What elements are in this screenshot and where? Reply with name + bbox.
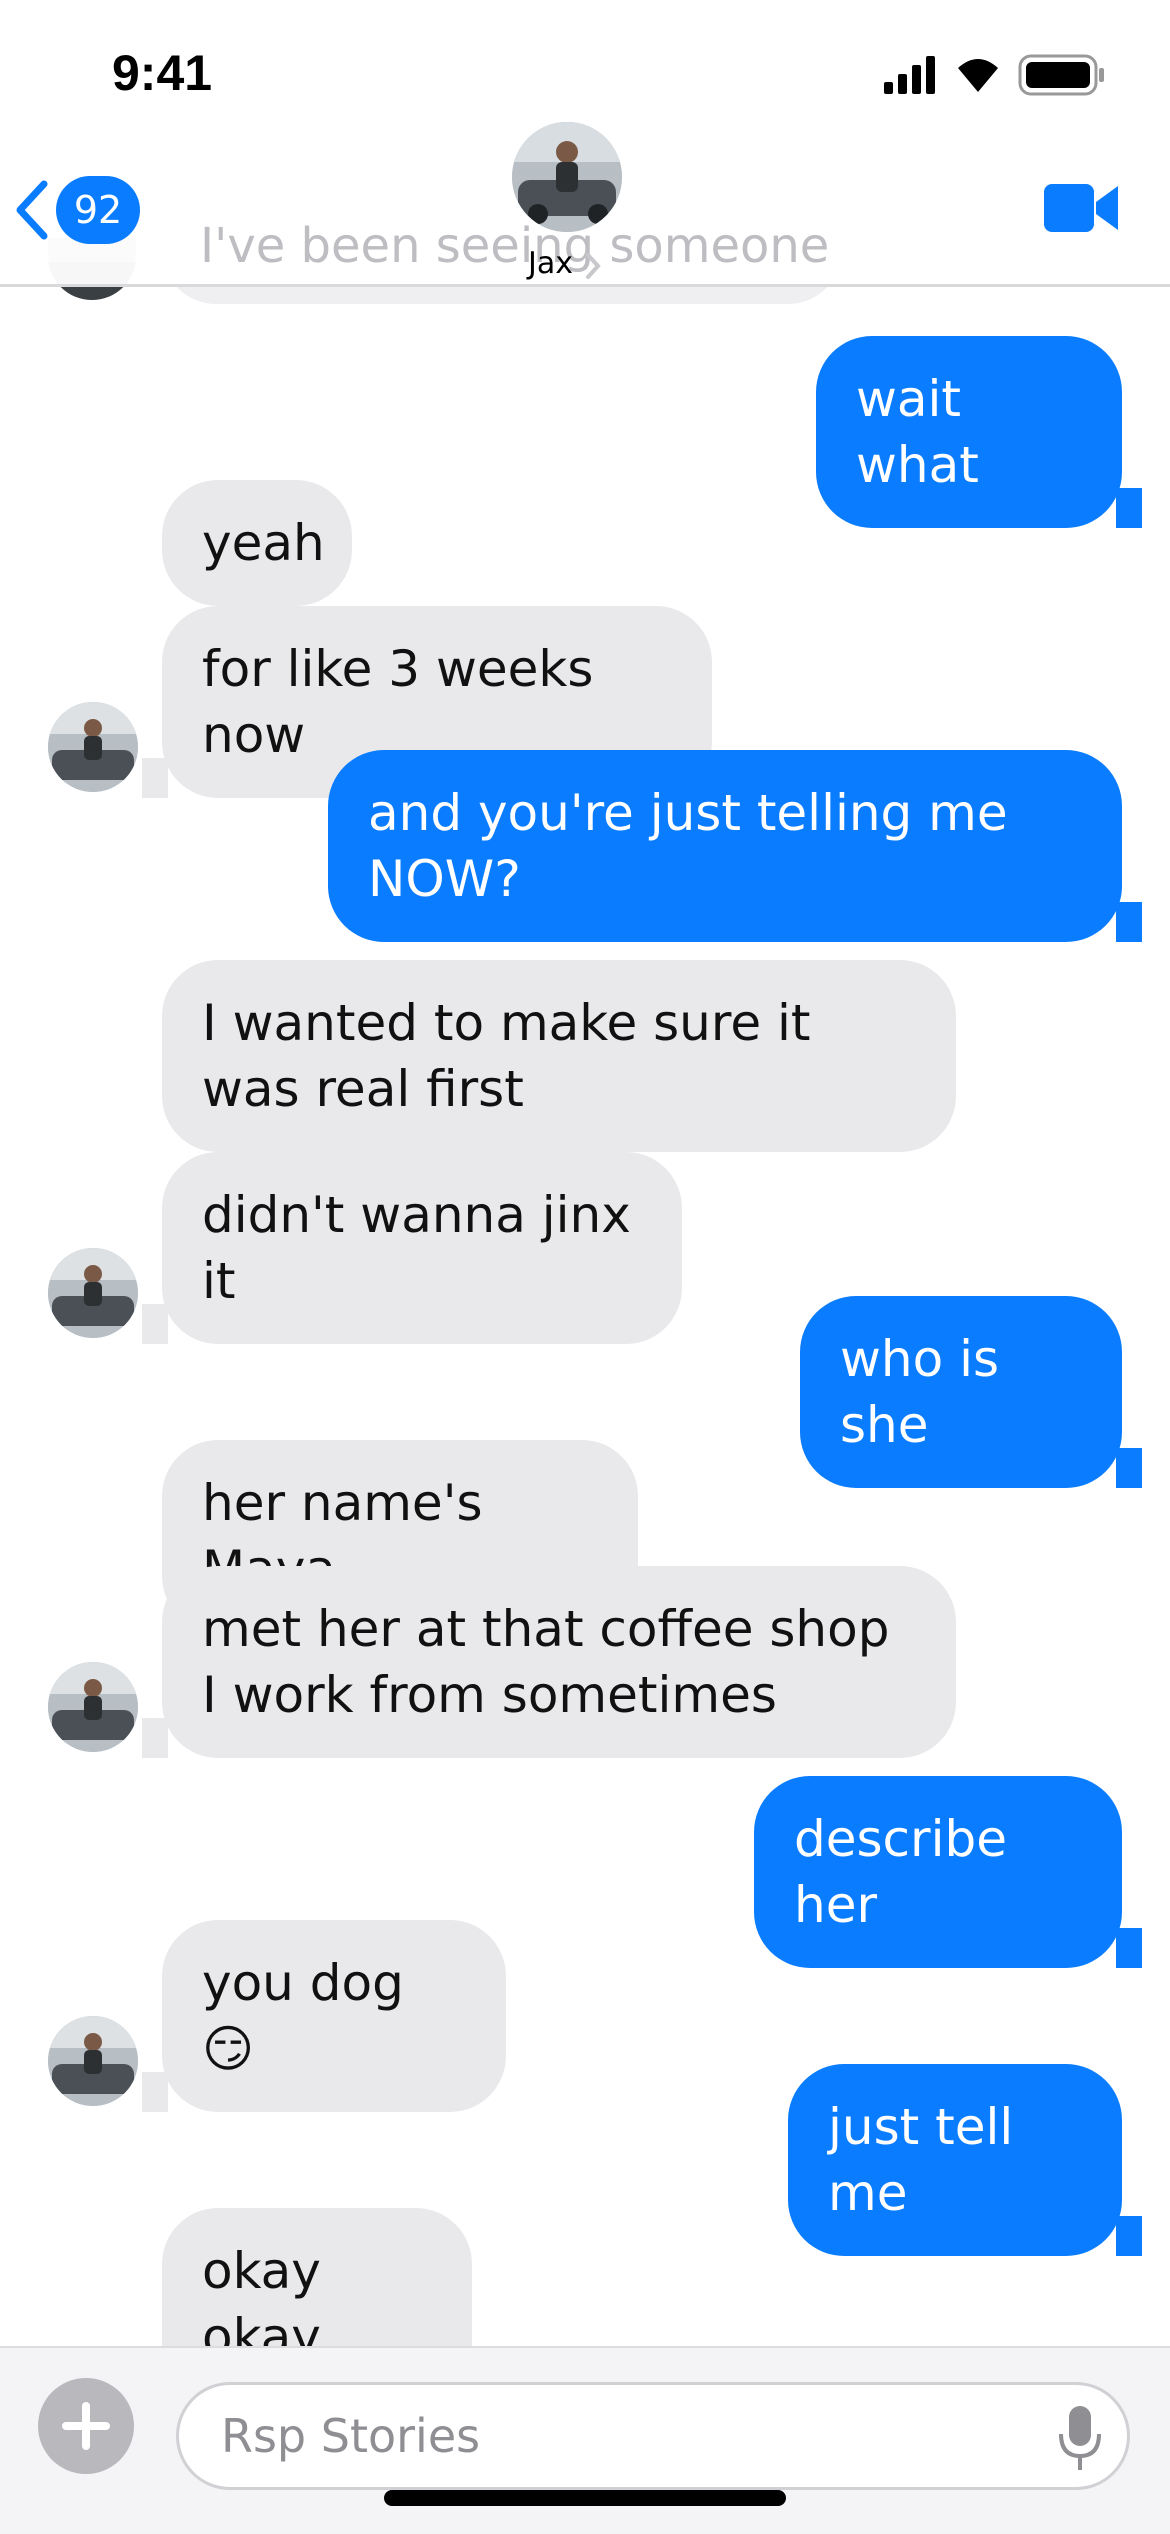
- contact-avatar[interactable]: [512, 122, 622, 232]
- wifi-icon: [958, 59, 998, 92]
- back-chevron-icon[interactable]: [14, 180, 50, 240]
- received-message-bubble[interactable]: you dog 😏: [162, 1920, 506, 2112]
- sent-message-bubble[interactable]: and you're just telling me NOW?: [328, 750, 1122, 942]
- sent-bubble-tail: [1116, 1928, 1142, 1968]
- contact-message-avatar[interactable]: [48, 1662, 138, 1752]
- sent-message-bubble[interactable]: just tell me: [788, 2064, 1122, 2256]
- contact-message-avatar[interactable]: [48, 1248, 138, 1338]
- microphone-icon[interactable]: [1056, 2404, 1104, 2474]
- add-attachment-button[interactable]: [38, 2378, 134, 2474]
- received-bubble-tail: [142, 758, 168, 798]
- contact-name[interactable]: Jax: [528, 246, 573, 281]
- ghost-message-text: I've been seeing someone: [200, 218, 830, 274]
- received-message-bubble[interactable]: met her at that coffee shop I work from …: [162, 1566, 956, 1758]
- contact-message-avatar[interactable]: [48, 2016, 138, 2106]
- received-bubble-tail: [142, 1304, 168, 1344]
- sent-message-bubble[interactable]: describe her: [754, 1776, 1122, 1968]
- home-indicator: [384, 2490, 786, 2506]
- message-input[interactable]: [176, 2382, 1130, 2490]
- sent-message-bubble[interactable]: who is she: [800, 1296, 1122, 1488]
- sent-bubble-tail: [1116, 488, 1142, 528]
- received-message-bubble[interactable]: didn't wanna jinx it: [162, 1152, 682, 1344]
- plus-icon: [62, 2402, 110, 2450]
- contact-message-avatar[interactable]: [48, 702, 138, 792]
- received-bubble-tail: [142, 2072, 168, 2112]
- header-divider: [0, 284, 1170, 287]
- received-bubble-tail: [142, 1718, 168, 1758]
- battery-icon: [1018, 54, 1104, 96]
- chevron-right-icon[interactable]: [584, 252, 602, 280]
- sent-message-bubble[interactable]: wait what: [816, 336, 1122, 528]
- sent-bubble-tail: [1116, 902, 1142, 942]
- video-call-icon[interactable]: [1044, 182, 1120, 234]
- sent-bubble-tail: [1116, 2216, 1142, 2256]
- received-message-bubble[interactable]: I wanted to make sure it was real first: [162, 960, 956, 1152]
- signal-icon: [884, 56, 935, 94]
- unread-count-badge[interactable]: 92: [56, 176, 140, 244]
- sent-bubble-tail: [1116, 1448, 1142, 1488]
- received-message-bubble[interactable]: yeah: [162, 480, 352, 606]
- status-time: 9:41: [112, 45, 213, 101]
